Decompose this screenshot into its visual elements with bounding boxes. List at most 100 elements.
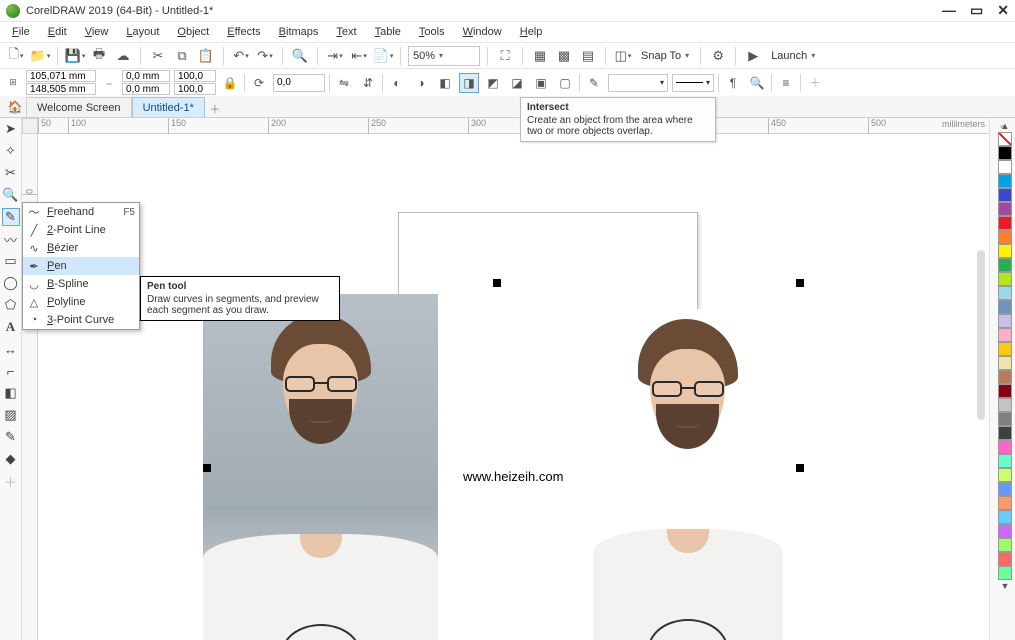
search-button[interactable]: 🔍	[290, 46, 310, 66]
height-input[interactable]	[122, 83, 170, 95]
add-preset-button[interactable]: ＋	[805, 73, 825, 93]
open-button[interactable]: 📁	[30, 46, 50, 66]
show-guidelines-button[interactable]: ▤	[578, 46, 598, 66]
horizontal-ruler[interactable]: millimeters	[38, 118, 989, 134]
object-position-fields[interactable]	[26, 70, 96, 95]
swatch[interactable]	[998, 244, 1012, 258]
swatch[interactable]	[998, 286, 1012, 300]
fill-tool[interactable]: ◆	[2, 450, 20, 468]
menu-file[interactable]: File	[4, 24, 38, 40]
zoom-tool[interactable]: 🔍	[2, 186, 20, 204]
swatch[interactable]	[998, 216, 1012, 230]
menu-help[interactable]: Help	[512, 24, 551, 40]
copy-button[interactable]: ⧉	[172, 46, 192, 66]
connector-tool[interactable]: ⌐	[2, 362, 20, 380]
scale-x-input[interactable]	[174, 70, 216, 82]
swatch[interactable]	[998, 174, 1012, 188]
swatch[interactable]	[998, 258, 1012, 272]
tab-welcome[interactable]: Welcome Screen	[26, 97, 132, 117]
swatch[interactable]	[998, 356, 1012, 370]
publish-pdf-button[interactable]: 📄	[373, 46, 393, 66]
swatch[interactable]	[998, 146, 1012, 160]
zoom-combo[interactable]: 50%▾	[408, 46, 480, 66]
snap-to-dropdown[interactable]: Snap To▾	[637, 46, 693, 66]
swatch[interactable]	[998, 566, 1012, 580]
swatch[interactable]	[998, 314, 1012, 328]
scale-fields[interactable]	[174, 70, 216, 95]
ruler-origin[interactable]	[22, 118, 38, 134]
palette-up-arrow[interactable]: ▲	[998, 120, 1012, 132]
menu-edit[interactable]: Edit	[40, 24, 75, 40]
outline-tool[interactable]: ＋	[2, 472, 20, 490]
menu-layout[interactable]: Layout	[118, 24, 167, 40]
swatch[interactable]	[998, 160, 1012, 174]
rotation-input[interactable]	[273, 74, 325, 92]
redo-button[interactable]: ↷	[255, 46, 275, 66]
menu-tools[interactable]: Tools	[411, 24, 453, 40]
drop-shadow-tool[interactable]: ◧	[2, 384, 20, 402]
rectangle-tool[interactable]: ▭	[2, 252, 20, 270]
line-style-combo[interactable]: ▾	[672, 74, 714, 92]
back-minus-front-button[interactable]: ◪	[507, 73, 527, 93]
swatch[interactable]	[998, 482, 1012, 496]
shape-tool[interactable]: ✧	[2, 142, 20, 160]
swatch[interactable]	[998, 398, 1012, 412]
wrap-text-button[interactable]: ¶	[723, 73, 743, 93]
flyout-item-b-zier[interactable]: ∿Bézier	[23, 239, 139, 257]
show-rulers-button[interactable]: ▦	[530, 46, 550, 66]
selection-handle[interactable]	[796, 464, 804, 472]
new-tab-button[interactable]: ＋	[205, 101, 225, 117]
flyout-item-freehand[interactable]: 〜FreehandF5	[23, 203, 139, 221]
swatch[interactable]	[998, 300, 1012, 314]
vertical-scrollbar[interactable]	[977, 250, 985, 420]
cut-button[interactable]: ✂	[148, 46, 168, 66]
trim-button[interactable]: ◑	[411, 73, 431, 93]
selection-handle[interactable]	[796, 279, 804, 287]
width-input[interactable]	[122, 70, 170, 82]
maximize-button[interactable]: ▭	[970, 2, 983, 19]
swatch[interactable]	[998, 202, 1012, 216]
menu-window[interactable]: Window	[455, 24, 510, 40]
simplify-button[interactable]: ◧	[435, 73, 455, 93]
outline-width-combo[interactable]: ▾	[608, 74, 668, 92]
tab-untitled[interactable]: Untitled-1*	[132, 97, 205, 117]
import-button[interactable]: ⇥	[325, 46, 345, 66]
artistic-media-tool[interactable]: 〰	[2, 230, 20, 248]
swatch-none[interactable]	[998, 132, 1012, 146]
swatch[interactable]	[998, 342, 1012, 356]
menu-table[interactable]: Table	[367, 24, 409, 40]
intersect-button[interactable]: ◨	[459, 73, 479, 93]
flyout-item-b-spline[interactable]: ◡B-Spline	[23, 275, 139, 293]
print-button[interactable]: 🖶	[89, 46, 109, 66]
close-button[interactable]: ✕	[997, 2, 1009, 19]
menu-bitmaps[interactable]: Bitmaps	[271, 24, 327, 40]
show-grid-button[interactable]: ▩	[554, 46, 574, 66]
crop-tool[interactable]: ✂	[2, 164, 20, 182]
parallel-dim-tool[interactable]: ↔	[2, 340, 20, 358]
cloud-button[interactable]: ☁	[113, 46, 133, 66]
swatch[interactable]	[998, 370, 1012, 384]
selection-handle[interactable]	[493, 279, 501, 287]
fullscreen-button[interactable]: ⛶	[495, 46, 515, 66]
export-button[interactable]: ⇤	[349, 46, 369, 66]
menu-object[interactable]: Object	[169, 24, 217, 40]
combine-button[interactable]: ▢	[555, 73, 575, 93]
flyout-item-3-point-curve[interactable]: ◔3-Point Curve	[23, 311, 139, 329]
undo-button[interactable]: ↶	[231, 46, 251, 66]
swatch[interactable]	[998, 440, 1012, 454]
freehand-tool[interactable]: ✎	[2, 208, 20, 226]
home-icon[interactable]: 🏠	[4, 97, 26, 117]
swatch[interactable]	[998, 538, 1012, 552]
launch-dropdown[interactable]: Launch▾	[767, 46, 819, 66]
object-size-fields[interactable]	[122, 70, 170, 95]
flyout-item-pen[interactable]: ✒Pen	[23, 257, 139, 275]
menu-view[interactable]: View	[77, 24, 117, 40]
paste-button[interactable]: 📋	[196, 46, 216, 66]
polygon-tool[interactable]: ⬠	[2, 296, 20, 314]
mirror-v-button[interactable]: ⇵	[358, 73, 378, 93]
launch-icon[interactable]: ▶	[743, 46, 763, 66]
front-minus-back-button[interactable]: ◩	[483, 73, 503, 93]
swatch[interactable]	[998, 412, 1012, 426]
pick-tool[interactable]: ➤	[2, 120, 20, 138]
swatch[interactable]	[998, 328, 1012, 342]
